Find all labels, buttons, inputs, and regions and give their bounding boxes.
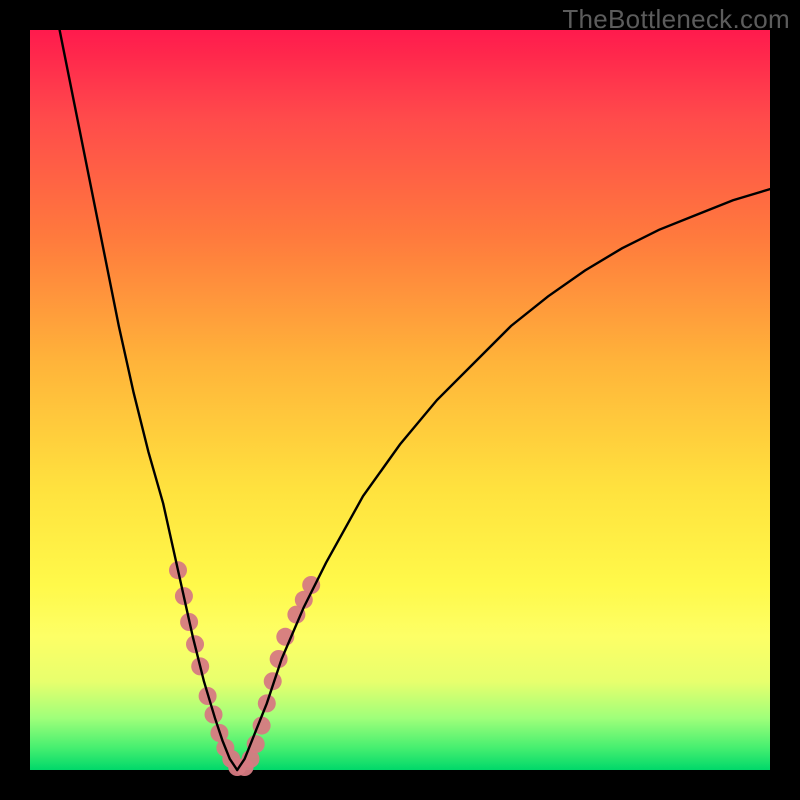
curve-right-branch [237,189,770,770]
chart-svg [30,30,770,770]
markers-layer [169,561,320,776]
plot-area [30,30,770,770]
chart-stage: TheBottleneck.com [0,0,800,800]
curve-left-branch [60,30,238,770]
